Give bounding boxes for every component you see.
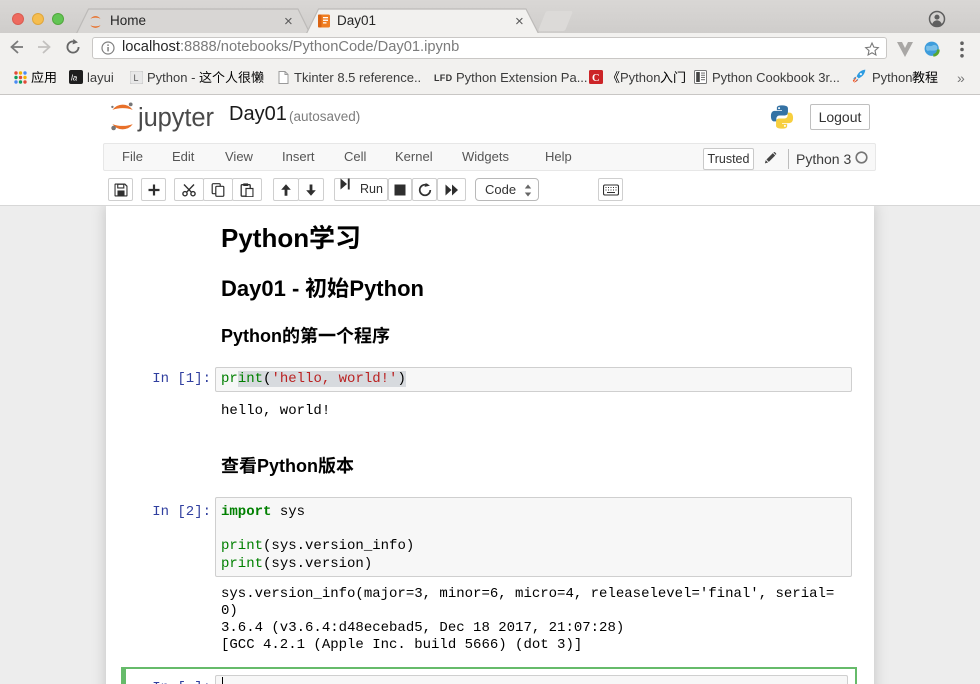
svg-text:jupyter: jupyter	[137, 104, 214, 132]
svg-text:L: L	[134, 73, 139, 83]
svg-text:C: C	[592, 73, 600, 84]
svg-text:la: la	[71, 74, 78, 83]
